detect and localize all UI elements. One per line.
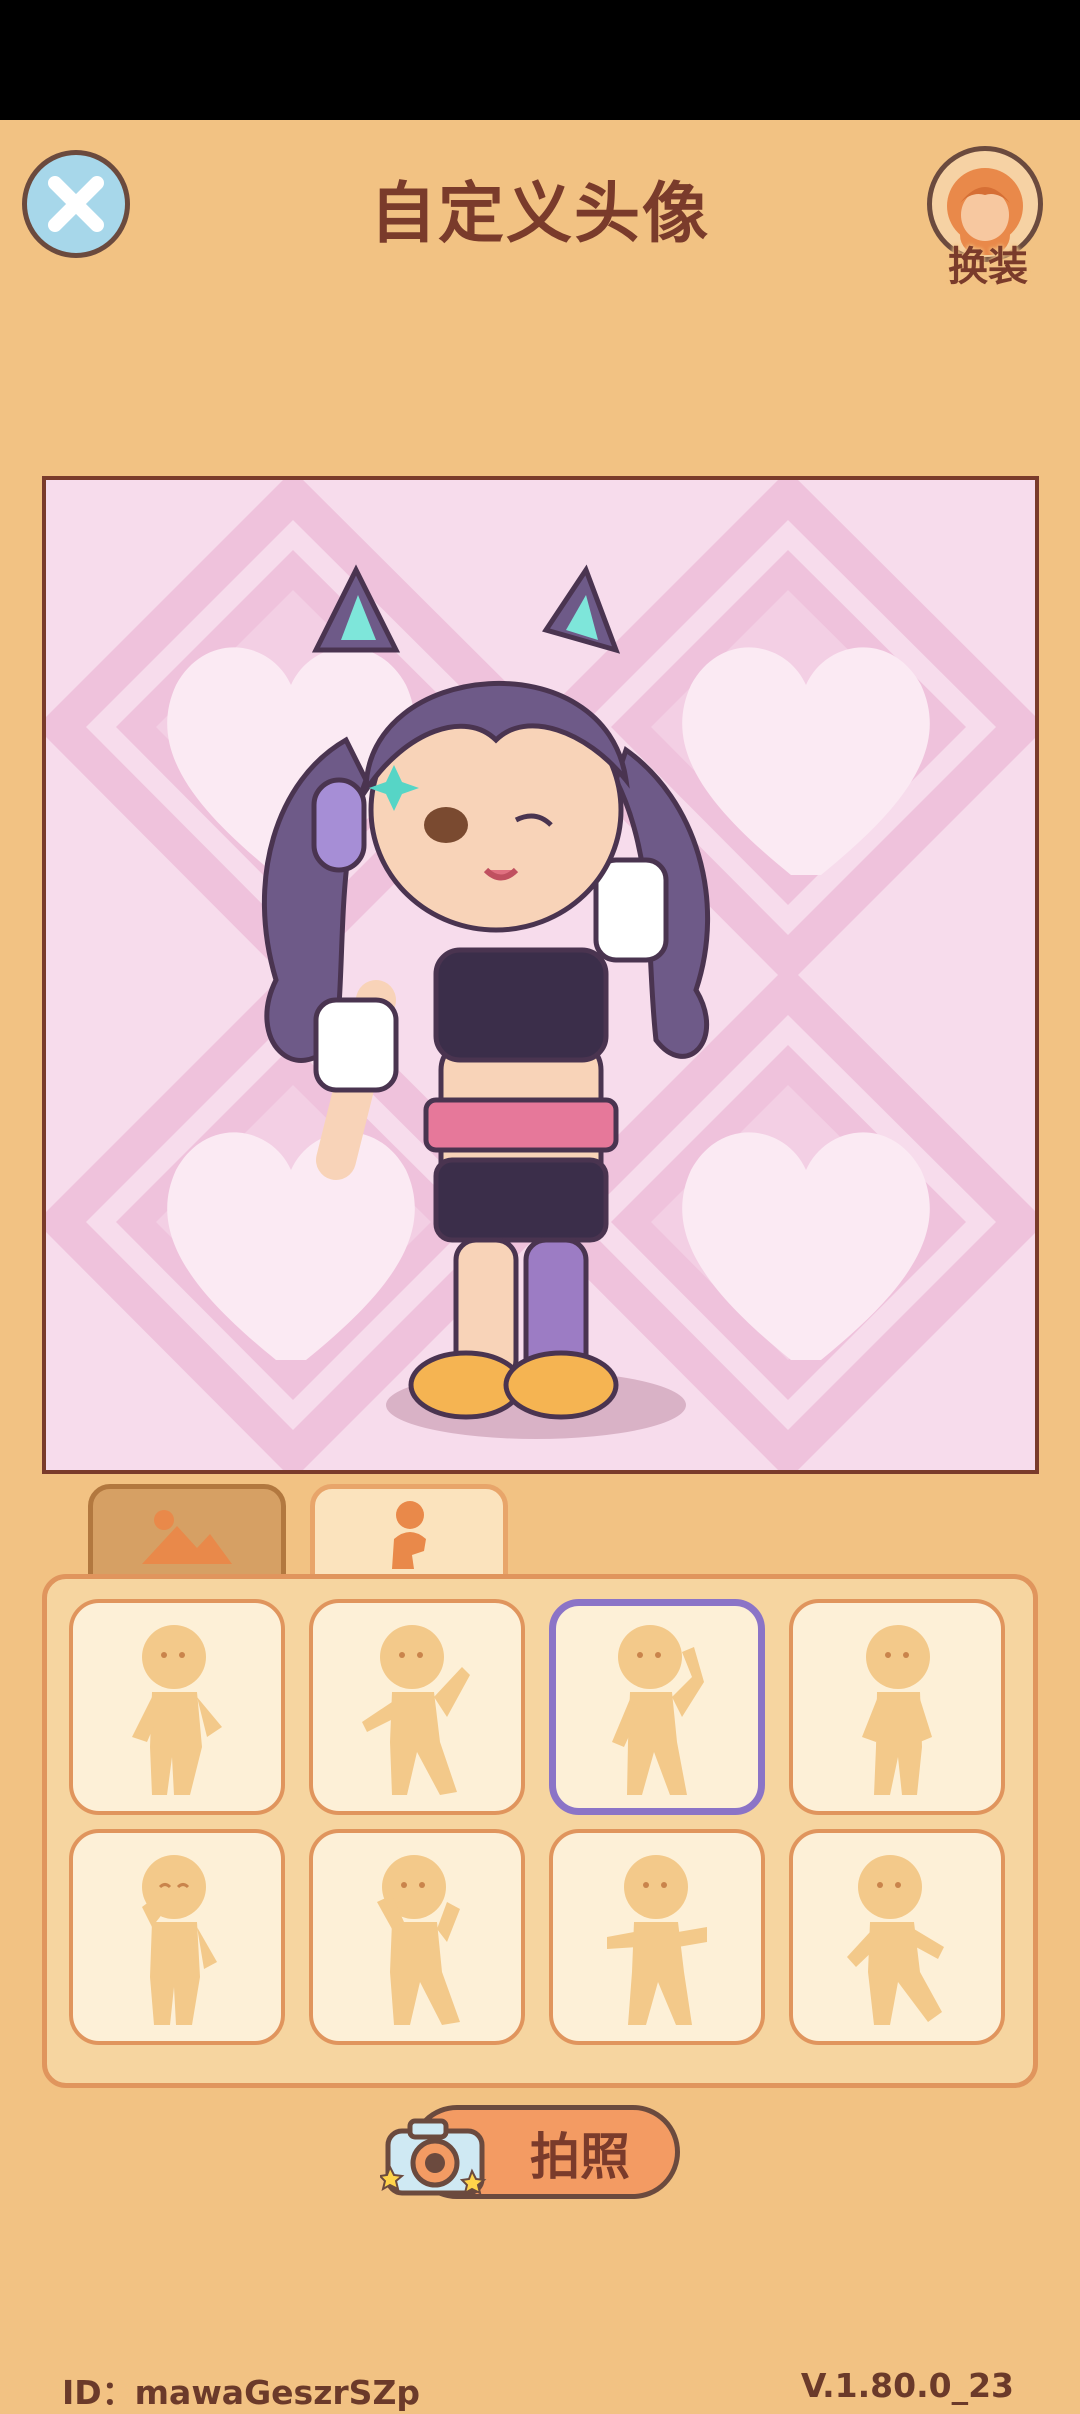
- argyle-background: [46, 480, 1035, 1470]
- user-id: ID：mawaGeszrSZp: [62, 2373, 420, 2412]
- avatar-preview-canvas: [42, 476, 1039, 1474]
- pose-2-icon: [362, 1625, 470, 1795]
- take-photo-button[interactable]: 拍照: [380, 2105, 680, 2199]
- camera-icon: [380, 2118, 487, 2196]
- dress-up-button[interactable]: 换装: [925, 146, 1051, 290]
- pose-4-icon: [862, 1625, 932, 1795]
- pose-option-5[interactable]: [69, 1829, 285, 2045]
- person-icon: [392, 1501, 426, 1569]
- app-version: V.1.80.0_23: [800, 2366, 1014, 2405]
- pose-option-7[interactable]: [549, 1829, 765, 2045]
- mountain-icon: [142, 1510, 232, 1564]
- pose-5-icon: [142, 1855, 217, 2025]
- pose-option-4[interactable]: [789, 1599, 1005, 1815]
- dress-up-label: 换装: [948, 244, 1028, 290]
- page-title: 自定义头像: [370, 175, 710, 252]
- pose-8-icon: [847, 1855, 944, 2025]
- pose-panel: [42, 1574, 1038, 2088]
- pose-3-icon: [612, 1625, 704, 1795]
- photo-button-label: 拍照: [530, 2128, 630, 2186]
- pose-option-3[interactable]: [549, 1599, 765, 1815]
- pose-option-6[interactable]: [309, 1829, 525, 2045]
- pose-6-icon: [377, 1855, 460, 2025]
- tab-pose[interactable]: [310, 1484, 508, 1584]
- pose-option-2[interactable]: [309, 1599, 525, 1815]
- pose-option-8[interactable]: [789, 1829, 1005, 2045]
- tab-background[interactable]: [88, 1484, 286, 1584]
- status-bar: [0, 0, 1080, 120]
- pose-7-icon: [607, 1855, 707, 2025]
- pose-option-1[interactable]: [69, 1599, 285, 1815]
- pose-1-icon: [132, 1625, 222, 1795]
